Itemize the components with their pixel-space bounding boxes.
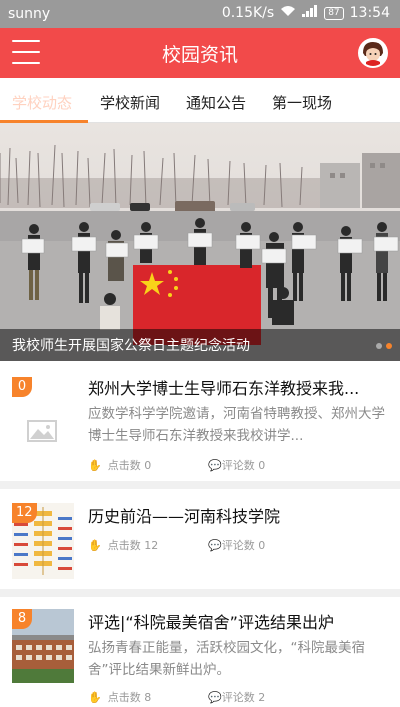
status-right: 0.15K/s 87 13:54 — [222, 5, 390, 21]
category-tabs: 学校动态 学校新闻 通知公告 第一现场 — [0, 78, 400, 123]
carousel-dot — [376, 343, 382, 349]
comment-icon: 💬 — [208, 538, 222, 552]
click-count: ✋ 点击数 12 — [88, 537, 158, 553]
click-count-badge: 12 — [12, 503, 37, 523]
click-count: ✋ 点击数 8 — [88, 689, 151, 705]
tab-notices[interactable]: 通知公告 — [186, 92, 246, 113]
page-title: 校园资讯 — [161, 44, 238, 66]
banner-caption: 我校师生开展国家公祭日主题纪念活动 — [0, 329, 400, 361]
battery-icon: 87 — [324, 6, 344, 20]
network-speed: 0.15K/s — [221, 5, 275, 21]
click-count-badge: 0 — [12, 377, 32, 397]
app-screen: sunny 0.15K/s 87 13:54 校园资讯 学校动态 学校新闻 通知… — [0, 0, 400, 707]
comment-count: 💬 评论数 2 — [208, 689, 265, 705]
comment-count: 💬 评论数 0 — [208, 457, 265, 473]
carrier-label: sunny — [8, 6, 51, 22]
banner-image — [0, 123, 400, 361]
click-count-badge: 8 — [12, 609, 32, 629]
click-count-text: 点击数 8 — [107, 691, 152, 704]
news-item[interactable]: 8 评选|“科院最美宿舍”评选结果出炉 弘扬青春正能量，活跃校园文化，“科院最美… — [0, 597, 400, 707]
news-title: 历史前沿——河南科技学院 — [88, 507, 281, 526]
signal-icon — [302, 5, 318, 21]
tab-school-news[interactable]: 学校新闻 — [100, 92, 160, 113]
news-item[interactable]: 12 历史前沿——河南科技学院 ✋ 点击数 12 💬 评论数 0 — [0, 489, 400, 589]
comment-count: 💬 评论数 0 — [208, 537, 265, 553]
news-description: 弘扬青春正能量，活跃校园文化，“科院最美宿舍”评比结果新鲜出炉。 — [88, 640, 365, 678]
click-count: ✋ 点击数 0 — [88, 457, 151, 473]
news-title: 郑州大学博士生导师石东洋教授来我... — [88, 379, 360, 398]
carousel-dot-active — [386, 343, 392, 349]
status-bar: sunny 0.15K/s 87 13:54 — [0, 0, 400, 28]
news-thumbnail: 12 — [12, 503, 74, 579]
hand-icon: ✋ — [88, 458, 102, 472]
clock: 13:54 — [349, 5, 390, 21]
comment-count-text: 评论数 2 — [221, 691, 266, 704]
news-thumbnail: 8 — [12, 609, 74, 683]
news-title: 评选|“科院最美宿舍”评选结果出炉 — [88, 613, 334, 632]
app-header: 校园资讯 — [0, 28, 400, 78]
carousel-indicator — [376, 343, 392, 349]
comment-icon: 💬 — [208, 458, 222, 472]
hand-icon: ✋ — [88, 690, 102, 704]
banner-carousel[interactable]: 我校师生开展国家公祭日主题纪念活动 — [0, 123, 400, 361]
click-count-text: 点击数 0 — [107, 459, 152, 472]
news-thumbnail: 0 — [12, 377, 74, 451]
comment-icon: 💬 — [208, 690, 222, 704]
comment-count-text: 评论数 0 — [221, 539, 266, 552]
tab-first-scene[interactable]: 第一现场 — [272, 92, 332, 113]
news-description: 应数学科学学院邀请，河南省特聘教授、郑州大学博士生导师石东洋教授来我校讲学... — [88, 406, 385, 444]
tab-school-dynamics[interactable]: 学校动态 — [12, 92, 72, 113]
news-item[interactable]: 0 郑州大学博士生导师石东洋教授来我... 应数学科学学院邀请，河南省特聘教授、… — [0, 361, 400, 481]
avatar[interactable] — [358, 38, 388, 68]
click-count-text: 点击数 12 — [107, 539, 159, 552]
comment-count-text: 评论数 0 — [221, 459, 266, 472]
wifi-icon — [280, 5, 296, 21]
hand-icon: ✋ — [88, 538, 102, 552]
